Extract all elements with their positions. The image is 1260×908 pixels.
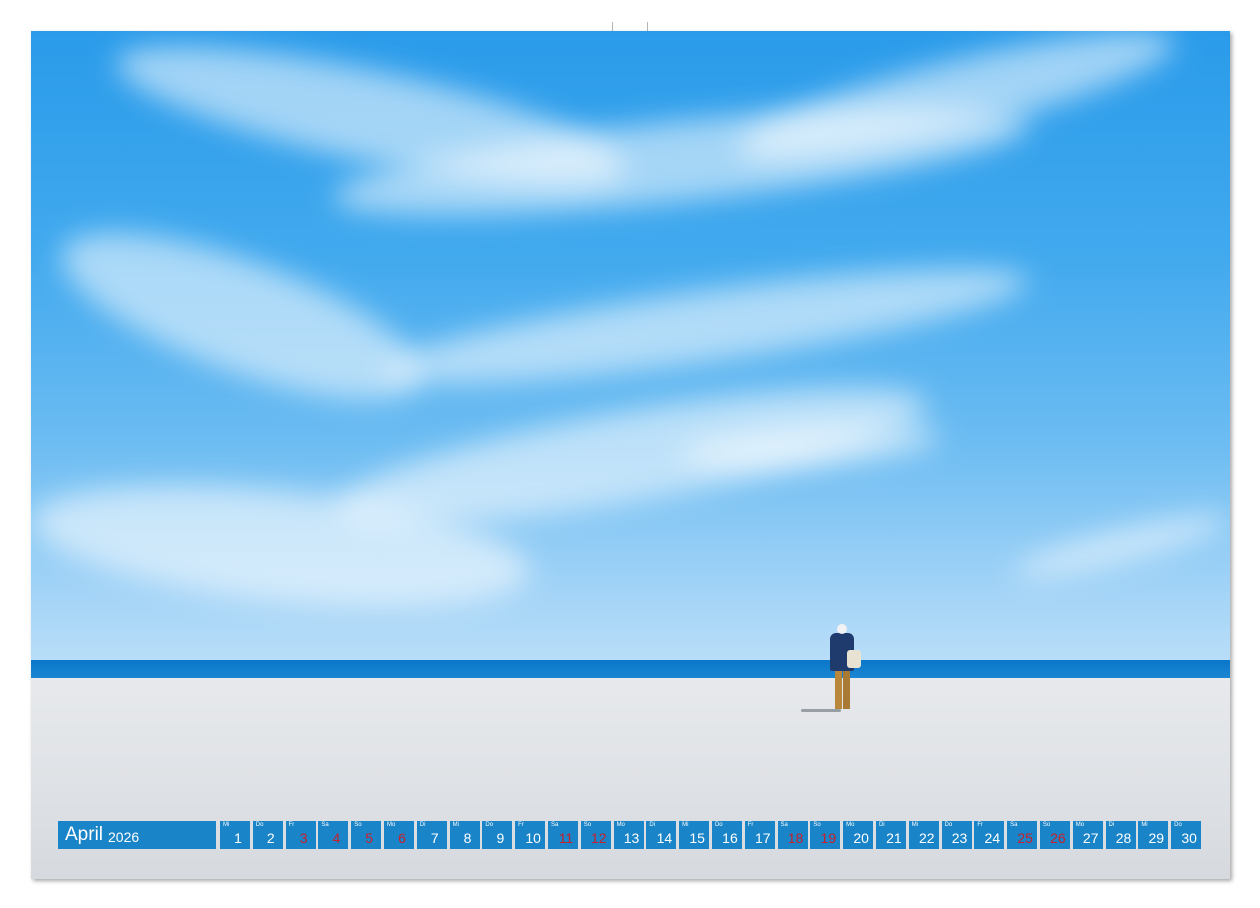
day-number: 27: [1082, 830, 1099, 846]
weekday-label: Mo: [386, 822, 396, 828]
day-number: 18: [787, 830, 804, 846]
calendar-day: Sa 4: [318, 821, 349, 849]
day-number: 1: [234, 830, 242, 846]
calendar-day: Mi 29: [1138, 821, 1169, 849]
day-number: 5: [365, 830, 374, 846]
calendar-day: Mi 1: [220, 821, 250, 849]
sea: [31, 660, 1230, 678]
calendar-day: So 5: [351, 821, 382, 849]
day-number: 22: [918, 830, 935, 846]
calendar-day: Di 14: [646, 821, 677, 849]
weekday-label: Mi: [1141, 822, 1148, 828]
calendar-day: Di 28: [1105, 821, 1136, 849]
day-number: 15: [689, 830, 705, 846]
calendar-day: Mi 8: [449, 821, 480, 849]
day-number: 29: [1148, 830, 1165, 846]
calendar-day: Fr 10: [515, 821, 546, 849]
day-number: 14: [656, 830, 673, 846]
day-number: 10: [525, 830, 541, 846]
day-number: 4: [332, 830, 341, 846]
calendar-day: Fr 3: [285, 821, 316, 849]
day-number: 20: [853, 830, 869, 846]
calendar-day: Di 7: [416, 821, 447, 849]
weekday-label: Mi: [452, 822, 459, 828]
weekday-label: Mi: [911, 822, 919, 828]
calendar-day: Mi 15: [679, 821, 710, 849]
calendar-day: Fr 24: [974, 821, 1005, 849]
calendar-day: So 19: [810, 821, 841, 849]
weekday-label: So: [1042, 822, 1051, 828]
day-number: 25: [1017, 830, 1033, 846]
day-number: 11: [558, 830, 574, 846]
calendar-day: Do 23: [941, 821, 972, 849]
calendar-day: Sa 25: [1007, 821, 1038, 849]
day-number: 6: [398, 830, 406, 846]
weekday-label: Mo: [1075, 822, 1085, 828]
day-number: 13: [623, 830, 640, 846]
weekday-label: Di: [649, 822, 656, 828]
weekday-label: Di: [419, 822, 426, 828]
weekday-label: Do: [1174, 822, 1182, 828]
weekday-label: Mi: [223, 822, 230, 828]
weekday-label: Sa: [1010, 822, 1018, 828]
weekday-label: Fr: [747, 822, 754, 828]
weekday-label: Do: [944, 822, 953, 828]
weekday-label: So: [354, 822, 362, 828]
calendar-day: Mo 6: [383, 821, 414, 849]
day-number: 8: [463, 830, 472, 846]
weekday-label: Mo: [616, 822, 625, 828]
weekday-label: Mo: [846, 822, 855, 828]
month-label: April 2026: [58, 821, 216, 849]
calendar-day: Do 30: [1171, 821, 1202, 849]
day-number: 7: [430, 830, 439, 846]
calendar-day: Fr 17: [744, 821, 775, 849]
day-number: 16: [722, 830, 738, 846]
calendar-day: Do 2: [252, 821, 283, 849]
day-number: 2: [266, 830, 275, 846]
day-number: 12: [590, 830, 607, 846]
month-name: April: [65, 824, 104, 845]
day-number: 24: [984, 830, 1001, 846]
weekday-label: Do: [714, 822, 723, 828]
calendar-day: Do 9: [482, 821, 513, 849]
day-number: 19: [820, 830, 837, 846]
calendar-day: Di 21: [875, 821, 906, 849]
day-number: 3: [299, 830, 308, 846]
weekday-label: Mi: [682, 822, 689, 828]
day-number: 21: [886, 830, 902, 846]
calendar-day: Mi 22: [908, 821, 939, 849]
day-number: 30: [1181, 830, 1197, 846]
calendar-day: Mo 13: [613, 821, 644, 849]
weekday-label: Di: [878, 822, 885, 828]
day-number: 28: [1115, 830, 1132, 846]
sky: [31, 31, 1230, 664]
day-number: 17: [754, 830, 771, 846]
beach-photo: [31, 31, 1230, 879]
calendar-day: Sa 18: [777, 821, 808, 849]
day-number: 23: [951, 830, 968, 846]
weekday-label: So: [813, 822, 821, 828]
calendar-strip: April 2026 Mi 1 Do 2 Fr 3 Sa 4 So 5 Mo 6 Di 7 Mi 8 Do 9 Fr…: [58, 821, 1204, 849]
calendar-day: Do 16: [711, 821, 742, 849]
weekday-label: Sa: [780, 822, 788, 828]
weekday-label: Sa: [321, 822, 329, 828]
day-number: 26: [1050, 830, 1066, 846]
weekday-label: Do: [255, 822, 264, 828]
calendar-day: So 12: [580, 821, 611, 849]
weekday-label: Sa: [550, 822, 559, 828]
calendar-day: So 26: [1039, 821, 1070, 849]
weekday-label: Fr: [977, 822, 983, 828]
weekday-label: Do: [485, 822, 494, 828]
walking-person: [801, 624, 865, 714]
calendar-day: Sa 11: [547, 821, 578, 849]
weekday-label: So: [583, 822, 592, 828]
calendar-day: Mo 20: [843, 821, 874, 849]
day-number: 9: [496, 830, 505, 846]
year: 2026: [108, 829, 140, 845]
weekday-label: Di: [1108, 822, 1115, 828]
calendar-day: Mo 27: [1072, 821, 1103, 849]
weekday-label: Fr: [288, 822, 295, 828]
weekday-label: Fr: [518, 822, 524, 828]
